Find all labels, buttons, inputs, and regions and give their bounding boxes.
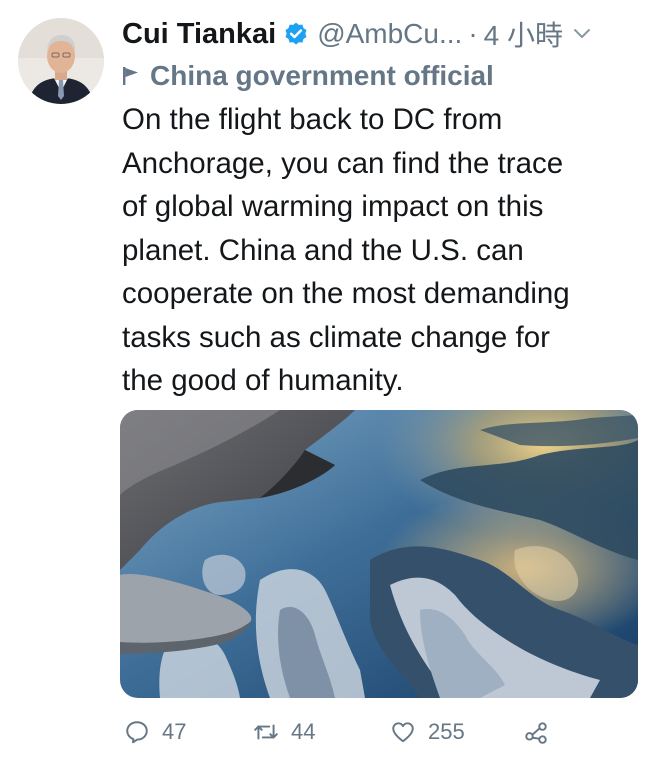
share-icon [525,722,547,744]
chevron-down-icon[interactable] [573,28,591,40]
tweet-header: Cui Tiankai @AmbCu... · 4 小時 [122,14,636,54]
retweet-count: 44 [291,719,316,744]
tweet-text: On the flight back to DC from Anchorage,… [122,103,570,397]
author-handle[interactable]: @AmbCu... [317,18,462,50]
share-button[interactable] [523,712,549,752]
author-name[interactable]: Cui Tiankai [122,18,276,51]
verified-badge-icon [285,22,307,45]
retweet-button[interactable]: 44 [253,712,315,752]
government-label[interactable]: China government official [122,58,494,94]
timestamp[interactable]: 4 小時 [484,14,563,54]
like-count: 255 [428,719,465,744]
reply-button[interactable]: 47 [124,712,186,752]
reply-count: 47 [162,719,187,744]
flag-icon [123,67,138,85]
tweet-photo[interactable] [120,410,638,698]
avatar[interactable] [18,18,104,104]
retweet-icon [254,724,278,740]
label-text: China government official [150,60,494,91]
reply-icon [126,721,148,744]
heart-icon [392,722,414,743]
like-button[interactable]: 255 [390,712,465,752]
tweet-actions: 47 44 255 [120,712,560,752]
separator: · [468,18,478,49]
